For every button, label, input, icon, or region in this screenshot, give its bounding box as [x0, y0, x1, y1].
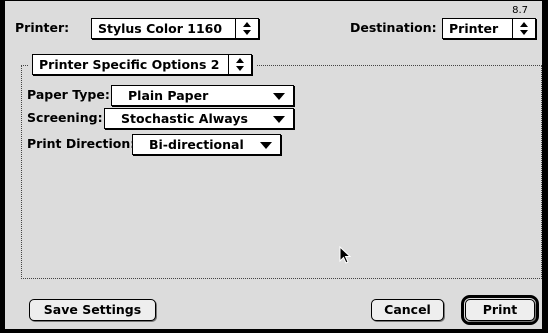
destination-label: Destination:	[350, 20, 437, 35]
up-down-arrows-icon	[228, 55, 251, 74]
paper-type-popup[interactable]: Plain Paper	[111, 85, 294, 106]
paper-type-label: Paper Type:	[27, 87, 110, 102]
printer-popup[interactable]: Stylus Color 1160	[91, 18, 259, 39]
print-options-dialog: 8.7 Printer: Stylus Color 1160 Destinati…	[0, 0, 548, 333]
printer-label: Printer:	[15, 20, 70, 35]
down-triangle-icon	[273, 93, 285, 100]
cancel-button[interactable]: Cancel	[371, 299, 444, 321]
screening-label: Screening:	[27, 110, 103, 125]
print-direction-label: Print Direction:	[27, 136, 136, 151]
panel-popup-value: Printer Specific Options 2	[39, 57, 220, 72]
up-down-arrows-icon	[235, 19, 258, 38]
arrow-cursor-icon	[339, 246, 351, 264]
screening-popup-value: Stochastic Always	[121, 111, 248, 126]
down-triangle-icon	[260, 142, 272, 149]
down-triangle-icon	[273, 116, 285, 123]
panel-popup[interactable]: Printer Specific Options 2	[32, 54, 252, 75]
destination-popup-value: Printer	[449, 21, 499, 36]
version-label: 8.7	[512, 5, 528, 16]
print-direction-popup[interactable]: Bi-directional	[132, 134, 281, 155]
paper-type-popup-value: Plain Paper	[128, 88, 209, 103]
printer-popup-value: Stylus Color 1160	[98, 21, 223, 36]
save-settings-button[interactable]: Save Settings	[29, 299, 156, 321]
up-down-arrows-icon	[512, 19, 535, 38]
print-button[interactable]: Print	[465, 299, 535, 321]
screening-popup[interactable]: Stochastic Always	[104, 108, 294, 129]
print-direction-popup-value: Bi-directional	[149, 137, 244, 152]
destination-popup[interactable]: Printer	[442, 18, 536, 39]
